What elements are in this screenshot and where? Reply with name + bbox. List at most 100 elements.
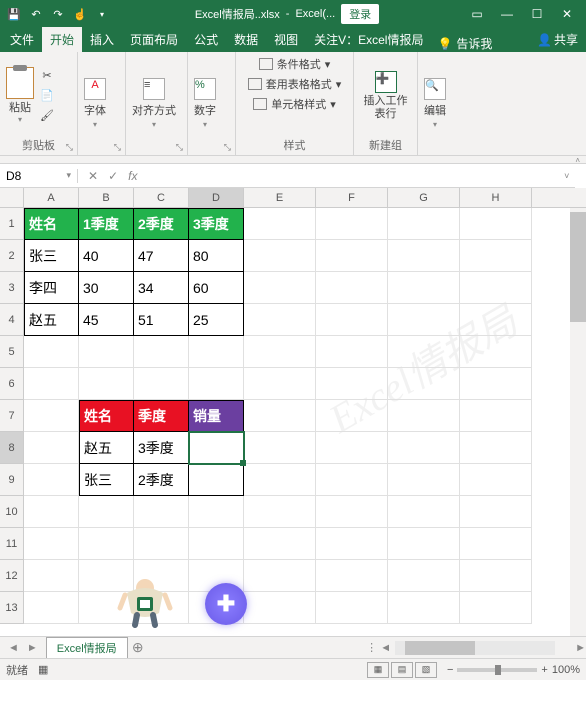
cell[interactable] <box>24 496 79 528</box>
page-layout-view-icon[interactable]: ▤ <box>391 662 413 678</box>
cell[interactable] <box>316 336 388 368</box>
ribbon-options-icon[interactable]: ▭ <box>462 0 492 28</box>
cell[interactable] <box>244 368 316 400</box>
zoom-level[interactable]: 100% <box>552 664 580 676</box>
cell[interactable] <box>316 496 388 528</box>
cell[interactable]: 姓名 <box>24 208 79 240</box>
cell[interactable] <box>316 368 388 400</box>
edit-group-button[interactable]: 🔍编辑▾ <box>424 78 446 129</box>
tab-data[interactable]: 数据 <box>226 27 266 52</box>
vertical-scrollbar[interactable] <box>570 208 586 636</box>
cell[interactable]: 销量 <box>189 400 244 432</box>
cell[interactable] <box>24 560 79 592</box>
cell[interactable] <box>388 560 460 592</box>
cell[interactable] <box>388 432 460 464</box>
row-header[interactable]: 1 <box>0 208 24 240</box>
cell[interactable] <box>244 432 316 464</box>
number-launcher-icon[interactable]: ⤡ <box>224 142 231 153</box>
ribbon-collapse[interactable]: ˄ <box>0 156 586 164</box>
cell[interactable] <box>244 464 316 496</box>
share-button[interactable]: 👤 共享 <box>529 27 586 52</box>
cell[interactable] <box>388 464 460 496</box>
row-header[interactable]: 9 <box>0 464 24 496</box>
col-header-B[interactable]: B <box>79 188 134 207</box>
cell[interactable]: 赵五 <box>79 432 134 464</box>
cell[interactable] <box>244 528 316 560</box>
paste-button[interactable]: 粘贴 ▾ <box>6 67 34 124</box>
cell[interactable] <box>189 528 244 560</box>
cell[interactable] <box>316 304 388 336</box>
cell[interactable] <box>316 208 388 240</box>
cell[interactable]: 2季度 <box>134 464 189 496</box>
cell[interactable] <box>244 304 316 336</box>
plus-badge-image[interactable]: ✚ <box>205 583 247 625</box>
cell[interactable] <box>316 240 388 272</box>
cell[interactable] <box>244 496 316 528</box>
zoom-in-icon[interactable]: + <box>541 664 547 676</box>
cell[interactable] <box>244 272 316 304</box>
cell[interactable]: 47 <box>134 240 189 272</box>
cell[interactable] <box>460 400 532 432</box>
insert-row-button[interactable]: ➕插入工作表行 <box>360 71 411 119</box>
cell[interactable] <box>460 240 532 272</box>
col-header-E[interactable]: E <box>244 188 316 207</box>
accept-formula-icon[interactable]: ✓ <box>108 169 118 183</box>
close-icon[interactable]: ✕ <box>552 0 582 28</box>
superman-image[interactable] <box>115 573 175 628</box>
col-header-C[interactable]: C <box>134 188 189 207</box>
row-header[interactable]: 6 <box>0 368 24 400</box>
row-header[interactable]: 3 <box>0 272 24 304</box>
col-header-F[interactable]: F <box>316 188 388 207</box>
cell[interactable] <box>316 464 388 496</box>
cell[interactable] <box>189 336 244 368</box>
row-header[interactable]: 11 <box>0 528 24 560</box>
cell[interactable] <box>79 336 134 368</box>
tab-insert[interactable]: 插入 <box>82 27 122 52</box>
cell[interactable] <box>24 400 79 432</box>
cell[interactable]: 季度 <box>134 400 189 432</box>
cell[interactable] <box>24 336 79 368</box>
cell[interactable] <box>24 592 79 624</box>
cell[interactable]: 51 <box>134 304 189 336</box>
maximize-icon[interactable]: ☐ <box>522 0 552 28</box>
cell[interactable] <box>460 368 532 400</box>
cell[interactable] <box>244 592 316 624</box>
cell[interactable] <box>244 560 316 592</box>
cell[interactable] <box>244 336 316 368</box>
cell[interactable] <box>189 464 244 496</box>
qat-dropdown-icon[interactable]: ▾ <box>92 4 112 24</box>
cell[interactable] <box>24 432 79 464</box>
cell[interactable] <box>244 400 316 432</box>
conditional-format-button[interactable]: 条件格式 ▾ <box>259 56 331 72</box>
cell[interactable]: 45 <box>79 304 134 336</box>
fill-handle[interactable] <box>240 460 246 466</box>
cell[interactable]: 30 <box>79 272 134 304</box>
page-break-view-icon[interactable]: ▧ <box>415 662 437 678</box>
select-all-corner[interactable] <box>0 188 24 207</box>
cell[interactable] <box>388 400 460 432</box>
minimize-icon[interactable]: — <box>492 0 522 28</box>
cell[interactable]: 3季度 <box>134 432 189 464</box>
cell[interactable] <box>388 592 460 624</box>
tab-layout[interactable]: 页面布局 <box>122 27 186 52</box>
cell[interactable] <box>24 368 79 400</box>
cell[interactable] <box>244 208 316 240</box>
cell[interactable]: 李四 <box>24 272 79 304</box>
col-header-A[interactable]: A <box>24 188 79 207</box>
clipboard-launcher-icon[interactable]: ⤡ <box>66 142 73 153</box>
alignment-group-button[interactable]: ≡对齐方式▾ <box>132 78 176 129</box>
row-header[interactable]: 12 <box>0 560 24 592</box>
format-painter-icon[interactable]: 🖌 <box>38 108 56 124</box>
cell[interactable] <box>460 208 532 240</box>
redo-icon[interactable]: ↷ <box>48 4 68 24</box>
add-sheet-button[interactable]: ⊕ <box>128 639 148 656</box>
cell[interactable]: 34 <box>134 272 189 304</box>
horizontal-scrollbar[interactable] <box>395 641 555 655</box>
sheet-next-icon[interactable]: ► <box>27 642 38 654</box>
row-header[interactable]: 13 <box>0 592 24 624</box>
macro-record-icon[interactable]: ▦ <box>38 663 48 676</box>
col-header-G[interactable]: G <box>388 188 460 207</box>
tab-view[interactable]: 视图 <box>266 27 306 52</box>
cell[interactable]: 张三 <box>24 240 79 272</box>
cell[interactable]: 张三 <box>79 464 134 496</box>
